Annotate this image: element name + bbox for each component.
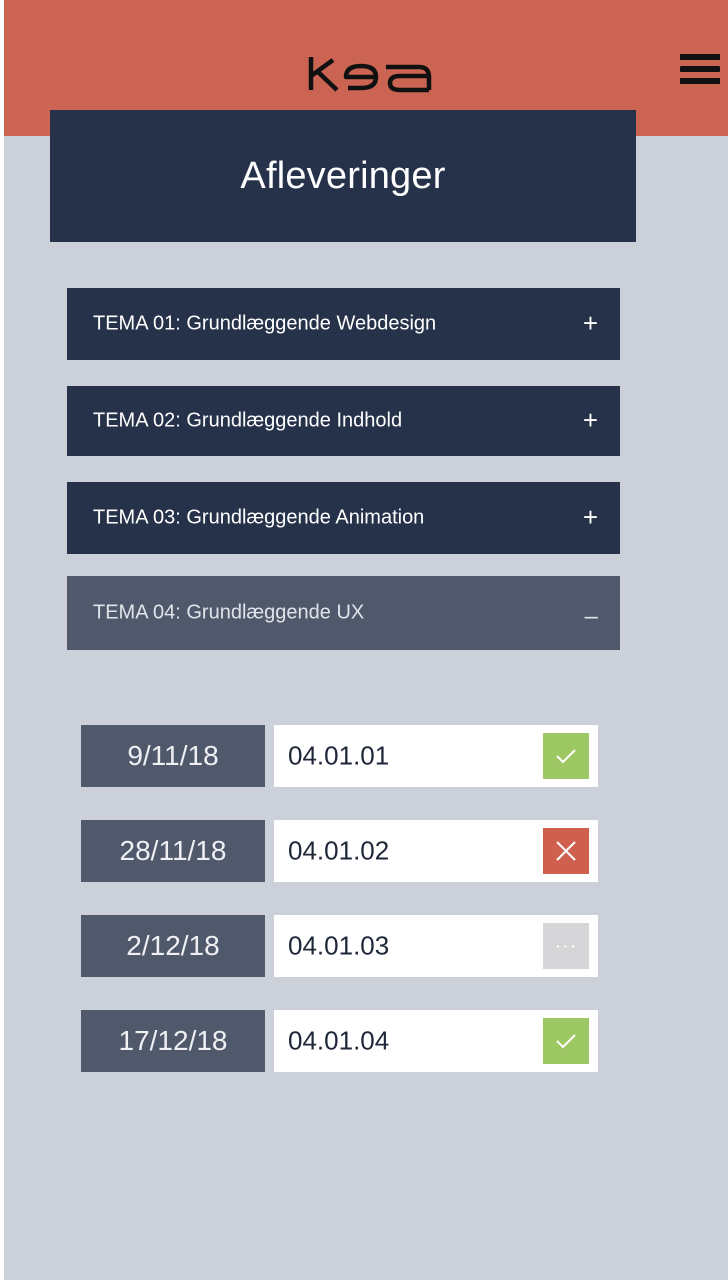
page-title-box: Afleveringer — [50, 110, 636, 242]
assignment-date: 28/11/18 — [81, 820, 265, 882]
app-screen: Afleveringer TEMA 01: Grundlæggende Webd… — [4, 0, 728, 1280]
kea-logo — [308, 57, 432, 93]
hamburger-menu-icon[interactable] — [680, 50, 722, 88]
tema-03-label: TEMA 03: Grundlæggende Animation — [93, 506, 425, 529]
assignment-item[interactable]: 04.01.02 — [274, 820, 598, 882]
tema-02-accordion[interactable]: TEMA 02: Grundlæggende Indhold + — [67, 386, 620, 456]
close-icon — [543, 828, 589, 874]
assignment-date: 2/12/18 — [81, 915, 265, 977]
assignment-item[interactable]: 04.01.03 ··· — [274, 915, 598, 977]
page-title: Afleveringer — [240, 154, 446, 197]
tema-01-accordion[interactable]: TEMA 01: Grundlæggende Webdesign + — [67, 288, 620, 360]
assignment-code: 04.01.04 — [288, 1025, 390, 1056]
expand-plus-icon[interactable]: + — [583, 502, 598, 533]
expand-plus-icon[interactable]: + — [583, 308, 598, 339]
check-icon — [543, 733, 589, 779]
tema-04-accordion[interactable]: TEMA 04: Grundlæggende UX – — [67, 576, 620, 650]
ellipsis-icon: ··· — [543, 923, 589, 969]
tema-03-accordion[interactable]: TEMA 03: Grundlæggende Animation + — [67, 482, 620, 554]
assignment-code: 04.01.03 — [288, 930, 390, 961]
assignment-date: 9/11/18 — [81, 725, 265, 787]
assignment-code: 04.01.01 — [288, 740, 390, 771]
assignment-item[interactable]: 04.01.04 — [274, 1010, 598, 1072]
tema-04-label: TEMA 04: Grundlæggende UX — [93, 601, 365, 624]
check-icon — [543, 1018, 589, 1064]
tema-02-label: TEMA 02: Grundlæggende Indhold — [93, 409, 403, 432]
assignment-date: 17/12/18 — [81, 1010, 265, 1072]
assignment-code: 04.01.02 — [288, 835, 390, 866]
collapse-minus-icon[interactable]: – — [585, 603, 598, 631]
tema-01-label: TEMA 01: Grundlæggende Webdesign — [93, 312, 437, 335]
assignment-item[interactable]: 04.01.01 — [274, 725, 598, 787]
expand-plus-icon[interactable]: + — [583, 405, 598, 436]
